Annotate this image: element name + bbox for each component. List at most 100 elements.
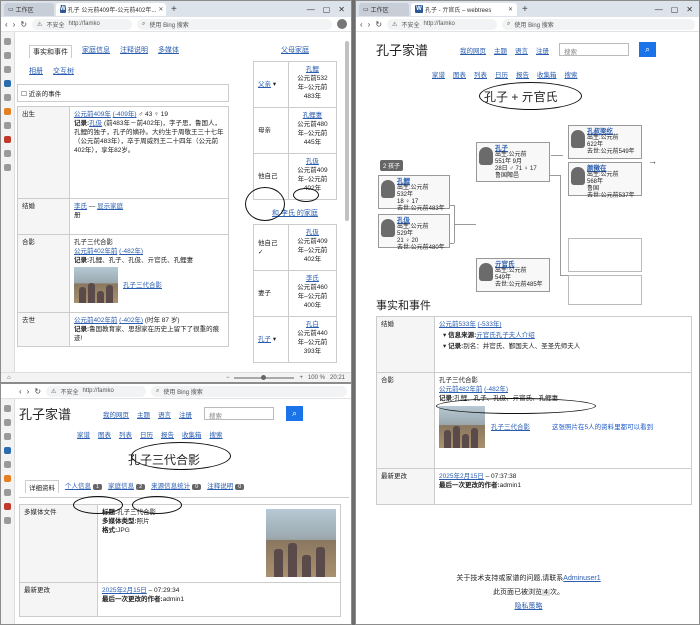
tab-facts[interactable]: 事实和事件 [29,45,72,58]
new-tab-button[interactable]: + [168,4,180,15]
new-tab-button[interactable]: + [519,4,531,15]
family-photo-thumbnail[interactable] [74,267,118,303]
privacy-policy-link[interactable]: 隐私策略 [356,600,699,614]
tab-album[interactable]: 相册 [29,66,43,76]
media-link[interactable]: 孔子三代合影 [491,423,530,432]
tab-family[interactable]: 家庭信息 [82,45,110,58]
games-icon[interactable] [4,108,11,115]
expand-icon[interactable]: ▾ [443,343,446,350]
photo-date-link[interactable]: 公元前402年前 [74,248,117,255]
tab-media[interactable]: 多媒体 [158,45,179,58]
contact-admin-link[interactable]: Adminuser1 [563,575,600,582]
self-link[interactable]: 孔伋 [293,228,332,237]
marriage-date-link[interactable]: 公元前533年 [439,321,476,328]
menu-language[interactable]: 语言 [158,409,171,419]
empty-person-box[interactable] [568,238,642,272]
son-label[interactable]: 孔子 [258,336,271,343]
person-box[interactable]: 亓官氏 出生:公元前 549年 去世:公元前485年 [476,258,550,292]
menu-register[interactable]: 注册 [179,409,192,419]
change-date-link[interactable]: 2025年2月15日 [102,587,147,594]
tab-person-page[interactable]: W 孔子 公元前409年-公元前402年... ✕ [56,2,166,16]
spouse-family-link[interactable]: 和 李氏 的家庭 [253,200,337,224]
father-link[interactable]: 孔鲤 [293,65,332,74]
mother-link[interactable]: 孔鲤妻 [293,111,332,120]
pdf-icon[interactable] [4,136,11,143]
forward-icon[interactable]: › [368,20,371,29]
person-box[interactable]: 孔伋 出生:公元前 529年 21 ♀ 20 去世:公元前480年 [378,214,450,251]
son-link[interactable]: 孔白 [293,320,332,329]
menu-calendar[interactable]: 日历 [495,69,508,79]
close-window-icon[interactable]: ✕ [686,5,693,14]
close-tab-icon[interactable]: ✕ [158,6,163,13]
person-name[interactable]: 孔伋 [397,217,446,224]
forward-icon[interactable]: › [27,387,30,396]
menu-charts[interactable]: 图表 [98,429,111,439]
scrollbar[interactable] [345,41,349,221]
settings-icon[interactable] [4,517,11,524]
parents-family-link[interactable]: 父母家庭 [253,35,337,61]
back-icon[interactable]: ‹ [19,387,22,396]
birth-date-link[interactable]: 公元前409年 [74,111,111,118]
site-search-button[interactable]: ⌕ [286,406,304,421]
maximize-icon[interactable]: ▢ [671,5,679,14]
source-link[interactable]: 亓官氏孔子夫人介绍 [476,332,535,339]
birth-year-link[interactable]: (-409年) [113,111,137,118]
pdf-icon[interactable] [4,503,11,510]
dropdown-icon[interactable]: ▾ [273,81,276,88]
menu-reports[interactable]: 报告 [516,69,529,79]
menu-clippings[interactable]: 收集箱 [537,69,557,79]
menu-search[interactable]: 搜索 [210,429,223,439]
minimize-icon[interactable]: — [655,5,663,14]
person-box[interactable]: 孔子 出生:公元前 551年 9月 28日 ♂ 71 ♀ 17 鲁国陬邑 [476,142,550,182]
marriage-year-link[interactable]: (-533年) [478,321,502,328]
menu-reports[interactable]: 报告 [161,429,174,439]
close-window-icon[interactable]: ✕ [338,5,345,14]
person-name[interactable]: 孔鲤 [397,178,446,185]
bing-search-box[interactable]: ⌕ 使用 Bing 搜索 [137,18,332,30]
menu-calendar[interactable]: 日历 [140,429,153,439]
zoom-slider[interactable] [234,374,295,380]
death-year-link[interactable]: (-402年) [119,317,143,324]
family-photo[interactable] [266,509,336,577]
family-photo-thumbnail[interactable] [439,406,485,448]
menu-tree[interactable]: 家谱 [432,69,445,79]
reload-icon[interactable]: ↻ [20,20,27,29]
tools-icon[interactable] [4,122,11,129]
favorites-icon[interactable] [4,405,11,412]
menu-charts[interactable]: 图表 [453,69,466,79]
maximize-icon[interactable]: ▢ [323,5,331,14]
tools-icon[interactable] [4,489,11,496]
menu-search[interactable]: 搜索 [565,69,578,79]
menu-my-page[interactable]: 我的网页 [460,45,486,55]
history-icon[interactable] [4,419,11,426]
media-link[interactable]: 孔子三代合影 [123,281,162,290]
reload-icon[interactable]: ↻ [375,20,382,29]
menu-register[interactable]: 注册 [536,45,549,55]
record-person-link[interactable]: 孔伋 [89,120,102,127]
person-name[interactable]: 亓官氏 [495,261,546,268]
spouse-link[interactable]: 李氏 [74,203,87,210]
settings-icon[interactable] [4,164,11,171]
site-search-input[interactable]: 搜索 [559,43,630,56]
person-name[interactable]: 孔子 [495,145,546,152]
forward-icon[interactable]: › [13,20,16,29]
tab-workspace[interactable]: ▭ 工作区 [359,2,409,16]
person-name[interactable]: 颜徵在 [587,165,638,172]
person-name[interactable]: 孔叔梁纥 [587,128,638,135]
collections-icon[interactable] [4,80,11,87]
address-bar[interactable]: ⚠ 不安全 http://famko [387,18,498,30]
history-icon[interactable] [4,52,11,59]
site-title[interactable]: 孔子家谱 [376,40,428,59]
father-label[interactable]: 父亲 [258,81,271,88]
back-icon[interactable]: ‹ [5,20,8,29]
menu-tree[interactable]: 家谱 [77,429,90,439]
recent-events-toggle[interactable]: ☐ 近亲的事件 [17,84,229,102]
menu-lists[interactable]: 列表 [119,429,132,439]
tab-workspace[interactable]: ▭ 工作区 [4,2,54,16]
notes-icon[interactable] [4,150,11,157]
dropdown-icon[interactable]: ▾ [273,336,276,343]
show-family-link[interactable]: 显示家庭 [97,203,123,210]
bing-search-box[interactable]: ⌕ 使用 Bing 搜索 [502,18,695,30]
tab-individuals[interactable]: 个人信息 1 [65,480,103,493]
checkbox-icon[interactable]: ☐ [21,91,27,98]
